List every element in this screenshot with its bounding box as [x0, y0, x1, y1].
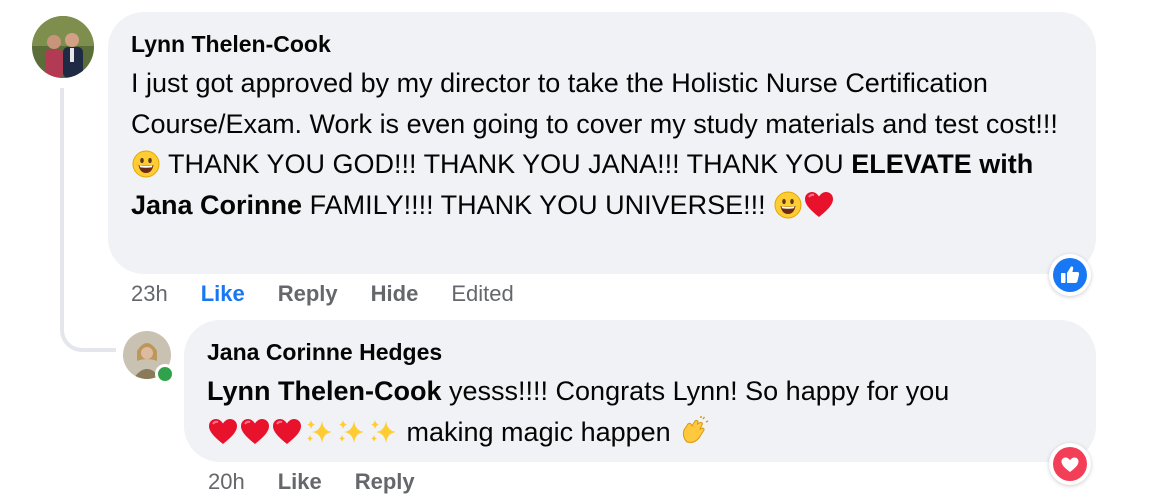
reply-button[interactable]: Reply [278, 281, 338, 307]
reply-reply-button[interactable]: Reply [355, 469, 415, 495]
mention-link[interactable]: Lynn Thelen-Cook [207, 376, 442, 406]
online-status-dot [155, 364, 175, 384]
comment-text-part3: FAMILY!!!! THANK YOU UNIVERSE!!! [309, 189, 766, 220]
comment-timestamp[interactable]: 23h [131, 281, 168, 307]
reply-text-part1: yesss!!!! Congrats Lynn! So happy for yo… [449, 376, 950, 406]
sparkles-emoji-icon [336, 418, 366, 446]
comment-bubble: Lynn Thelen-Cook I just got approved by … [108, 12, 1096, 274]
love-heart-icon [1053, 447, 1087, 481]
red-heart-emoji-icon [804, 191, 834, 219]
reply-like-button[interactable]: Like [278, 469, 322, 495]
grinning-face-emoji-icon [132, 150, 160, 178]
comment-text-part2: THANK YOU GOD!!! THANK YOU JANA!!! THANK… [168, 149, 844, 179]
grinning-face-emoji-icon [774, 191, 802, 219]
comment-actions: 23h Like Reply Hide Edited [131, 281, 547, 307]
reply-bubble: Jana Corinne Hedges Lynn Thelen-Cook yes… [184, 320, 1096, 462]
edited-label: Edited [451, 281, 514, 306]
comment-text: I just got approved by my director to ta… [131, 63, 1074, 225]
reply-author-name[interactable]: Jana Corinne Hedges [207, 338, 1074, 366]
like-thumb-icon [1053, 258, 1087, 292]
red-heart-emoji-icon [208, 418, 238, 446]
clapping-hands-emoji-icon [679, 415, 709, 446]
reply-text: Lynn Thelen-Cook yesss!!!! Congrats Lynn… [207, 371, 1074, 452]
like-button[interactable]: Like [201, 281, 245, 307]
sparkles-emoji-icon [304, 418, 334, 446]
like-reaction-badge[interactable] [1049, 254, 1091, 296]
sparkles-emoji-icon [368, 418, 398, 446]
comment-author-name[interactable]: Lynn Thelen-Cook [131, 30, 1074, 58]
reply-actions: 20h Like Reply [208, 469, 448, 495]
red-heart-emoji-icon [272, 418, 302, 446]
reply-timestamp[interactable]: 20h [208, 469, 245, 495]
commenter-avatar[interactable] [32, 16, 94, 78]
red-heart-emoji-icon [240, 418, 270, 446]
comment-text-part1: I just got approved by my director to ta… [131, 68, 1058, 139]
love-reaction-badge[interactable] [1049, 443, 1091, 485]
reply-text-part2: making magic happen [406, 416, 671, 447]
hide-button[interactable]: Hide [371, 281, 419, 307]
